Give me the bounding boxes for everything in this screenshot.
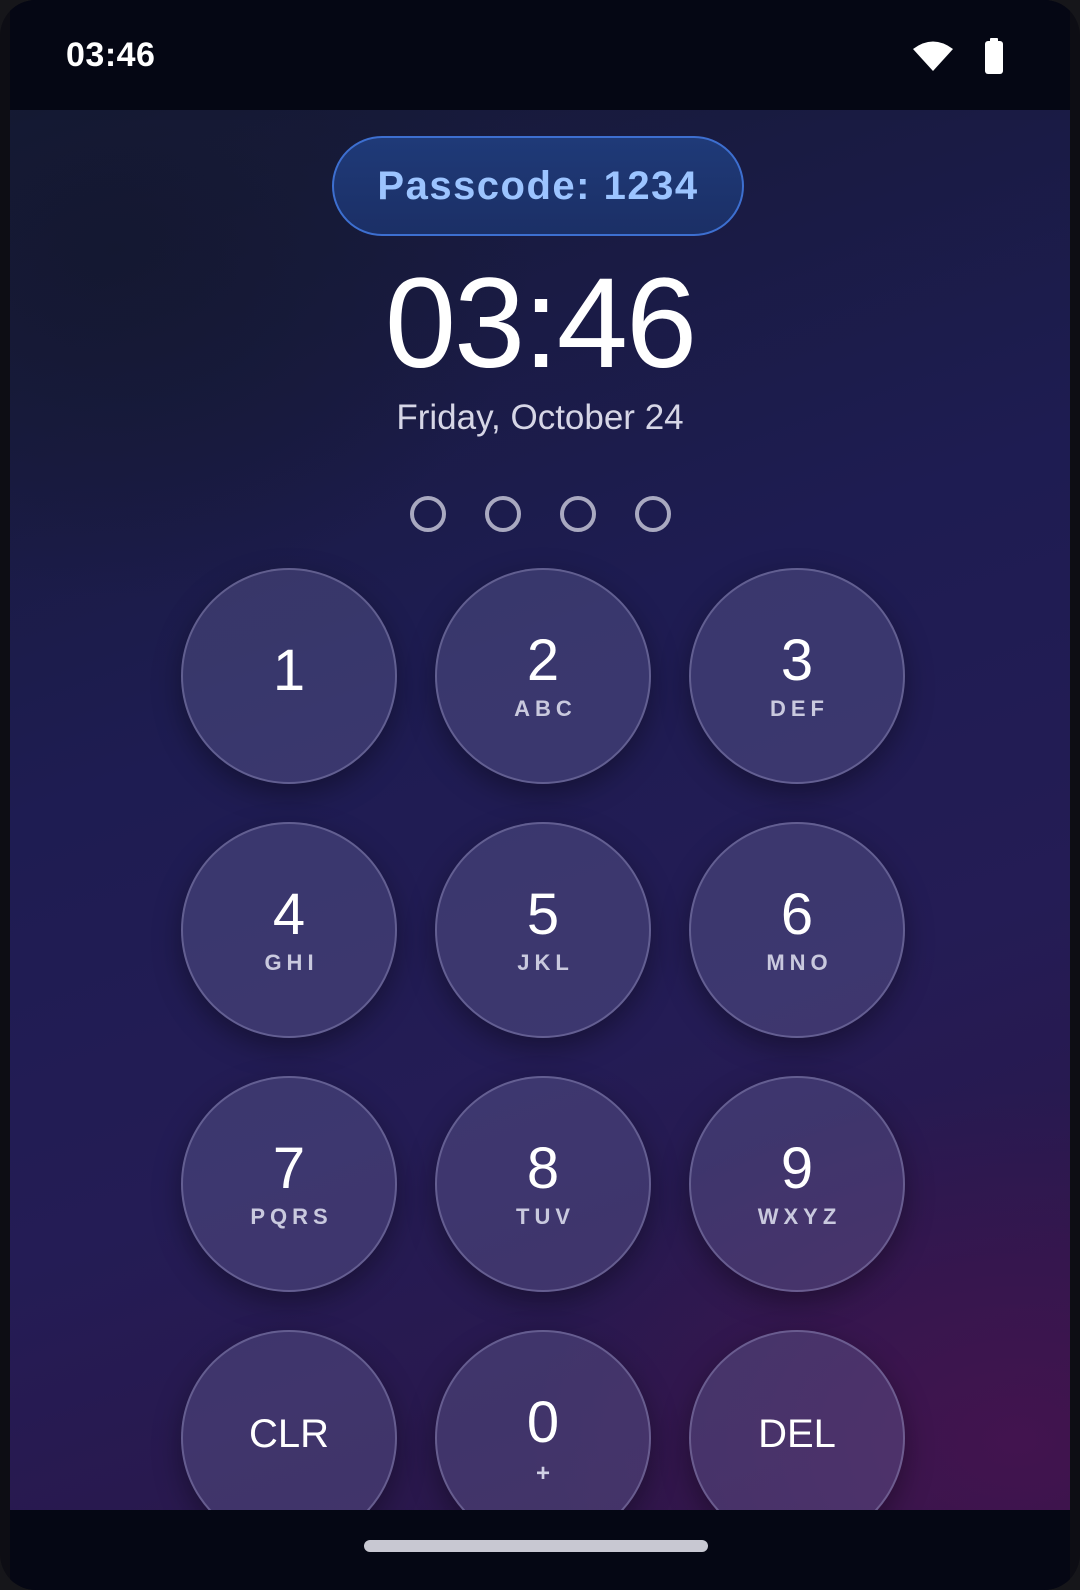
key-7-button[interactable]: 7 PQRS: [181, 1076, 397, 1292]
passcode-hint-text: Passcode: 1234: [377, 163, 699, 208]
key-letters: WXYZ: [757, 1204, 842, 1229]
lock-clock: 03:46: [384, 252, 697, 395]
key-digit: 1: [272, 638, 306, 703]
key-letters: JKL: [517, 950, 574, 975]
key-2-button[interactable]: 2 ABC: [435, 568, 651, 784]
pin-dot: [485, 496, 521, 532]
key-1-button[interactable]: 1: [181, 568, 397, 784]
key-5-button[interactable]: 5 JKL: [435, 822, 651, 1038]
status-bar: 03:46: [10, 0, 1070, 110]
battery-icon: [985, 38, 1003, 74]
key-letters: +: [535, 1460, 550, 1487]
lock-date: Friday, October 24: [396, 398, 684, 437]
key-digit: 0: [526, 1390, 560, 1455]
key-digit: 7: [272, 1136, 306, 1201]
delete-label: DEL: [758, 1412, 836, 1456]
screen: 03:46 Passcode: 1234 03:46 Friday, Octob…: [10, 0, 1070, 1590]
key-letters: DEF: [770, 696, 829, 721]
status-time: 03:46: [66, 36, 156, 74]
key-3-button[interactable]: 3 DEF: [689, 568, 905, 784]
key-digit: 3: [780, 628, 814, 693]
home-indicator[interactable]: [364, 1540, 708, 1552]
phone-frame: 03:46 Passcode: 1234 03:46 Friday, Octob…: [0, 0, 1080, 1590]
key-letters: GHI: [264, 950, 319, 975]
key-letters: PQRS: [250, 1204, 333, 1229]
key-digit: 9: [780, 1136, 814, 1201]
key-digit: 5: [526, 882, 560, 947]
pin-dot: [410, 496, 446, 532]
key-digit: 4: [272, 882, 306, 947]
key-letters: ABC: [514, 696, 577, 721]
key-9-button[interactable]: 9 WXYZ: [689, 1076, 905, 1292]
wifi-icon: [913, 41, 953, 71]
clear-button[interactable]: CLR: [181, 1330, 397, 1510]
pin-indicator: [10, 494, 1070, 534]
lock-screen: Passcode: 1234 03:46 Friday, October 24 …: [10, 110, 1070, 1510]
navigation-bar: [10, 1510, 1070, 1590]
key-0-button[interactable]: 0 +: [435, 1330, 651, 1510]
key-letters: MNO: [766, 950, 833, 975]
pin-dot: [560, 496, 596, 532]
key-digit: 6: [780, 882, 814, 947]
delete-button[interactable]: DEL: [689, 1330, 905, 1510]
key-4-button[interactable]: 4 GHI: [181, 822, 397, 1038]
key-8-button[interactable]: 8 TUV: [435, 1076, 651, 1292]
key-letters: TUV: [516, 1204, 575, 1229]
key-digit: 8: [526, 1136, 560, 1201]
key-6-button[interactable]: 6 MNO: [689, 822, 905, 1038]
pin-dot: [635, 496, 671, 532]
passcode-hint-badge: Passcode: 1234: [332, 136, 744, 236]
key-digit: 2: [526, 628, 560, 693]
clear-label: CLR: [248, 1412, 330, 1456]
